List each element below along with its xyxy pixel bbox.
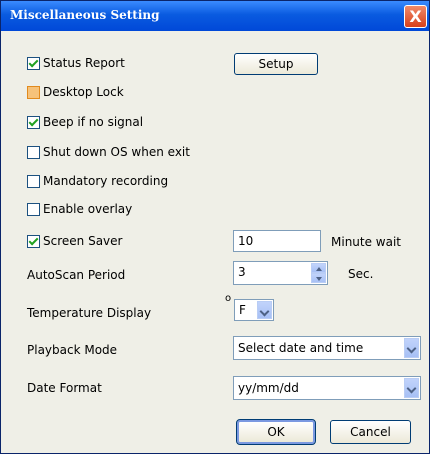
checkbox-label: Desktop Lock	[43, 85, 124, 99]
checkbox-box[interactable]	[27, 202, 40, 216]
spin-up-icon[interactable]	[311, 263, 326, 273]
autoscan-period-spinner[interactable]: 3	[233, 261, 328, 285]
checkbox-box[interactable]	[27, 85, 40, 99]
checkbox-box[interactable]	[27, 115, 40, 129]
checkbox-label: Screen Saver	[43, 234, 123, 248]
checkbox-box[interactable]	[27, 56, 40, 70]
autoscan-label: AutoScan Period	[27, 268, 126, 282]
autoscan-value: 3	[238, 265, 246, 279]
checkbox-mandatory-recording[interactable]: Mandatory recording	[27, 173, 168, 189]
date-format-select[interactable]: yy/mm/dd	[233, 376, 421, 400]
checkbox-label: Shut down OS when exit	[43, 145, 190, 159]
cancel-button[interactable]: Cancel	[330, 420, 411, 444]
chevron-down-icon[interactable]	[257, 301, 272, 319]
date-format-label: Date Format	[27, 381, 102, 395]
playback-mode-select[interactable]: Select date and time	[233, 336, 421, 360]
temperature-unit-select[interactable]: F	[234, 299, 274, 321]
checkbox-beep-if-no-signal[interactable]: Beep if no signal	[27, 114, 143, 130]
setup-button[interactable]: Setup	[234, 53, 318, 75]
close-button[interactable]: X	[404, 5, 427, 28]
checkbox-label: Mandatory recording	[43, 174, 169, 188]
spinner-buttons[interactable]	[311, 263, 326, 283]
degree-symbol: o	[225, 293, 232, 304]
checkbox-label: Status Report	[43, 56, 125, 70]
checkbox-status-report[interactable]: Status Report	[27, 55, 125, 71]
screen-saver-minutes-input[interactable]: 10	[233, 230, 321, 252]
checkbox-enable-overlay[interactable]: Enable overlay	[27, 201, 132, 217]
checkbox-label: Beep if no signal	[43, 115, 144, 129]
playback-mode-label: Playback Mode	[27, 343, 118, 357]
window-title: Miscellaneous Setting	[10, 8, 160, 22]
checkbox-label: Enable overlay	[43, 202, 133, 216]
title-bar[interactable]: Miscellaneous Setting X	[1, 1, 429, 31]
checkbox-box[interactable]	[27, 234, 40, 248]
playback-mode-value: Select date and time	[238, 341, 364, 355]
temperature-unit-value: F	[239, 303, 246, 317]
date-format-value: yy/mm/dd	[238, 381, 299, 395]
checkbox-shut-down-os[interactable]: Shut down OS when exit	[27, 144, 190, 160]
spin-down-icon[interactable]	[311, 273, 326, 283]
dialog-window: Miscellaneous Setting X Status Report De…	[0, 0, 430, 454]
temperature-label: Temperature Display	[27, 306, 152, 320]
checkbox-box[interactable]	[27, 145, 40, 159]
close-icon: X	[409, 7, 422, 26]
chevron-down-icon[interactable]	[404, 338, 419, 358]
checkbox-box[interactable]	[27, 174, 40, 188]
chevron-down-icon[interactable]	[404, 378, 419, 398]
ok-button[interactable]: OK	[236, 419, 316, 445]
screen-saver-unit: Minute wait	[331, 235, 402, 249]
checkbox-screen-saver[interactable]: Screen Saver	[27, 233, 122, 249]
checkbox-desktop-lock[interactable]: Desktop Lock	[27, 84, 124, 100]
autoscan-unit: Sec.	[348, 267, 374, 281]
